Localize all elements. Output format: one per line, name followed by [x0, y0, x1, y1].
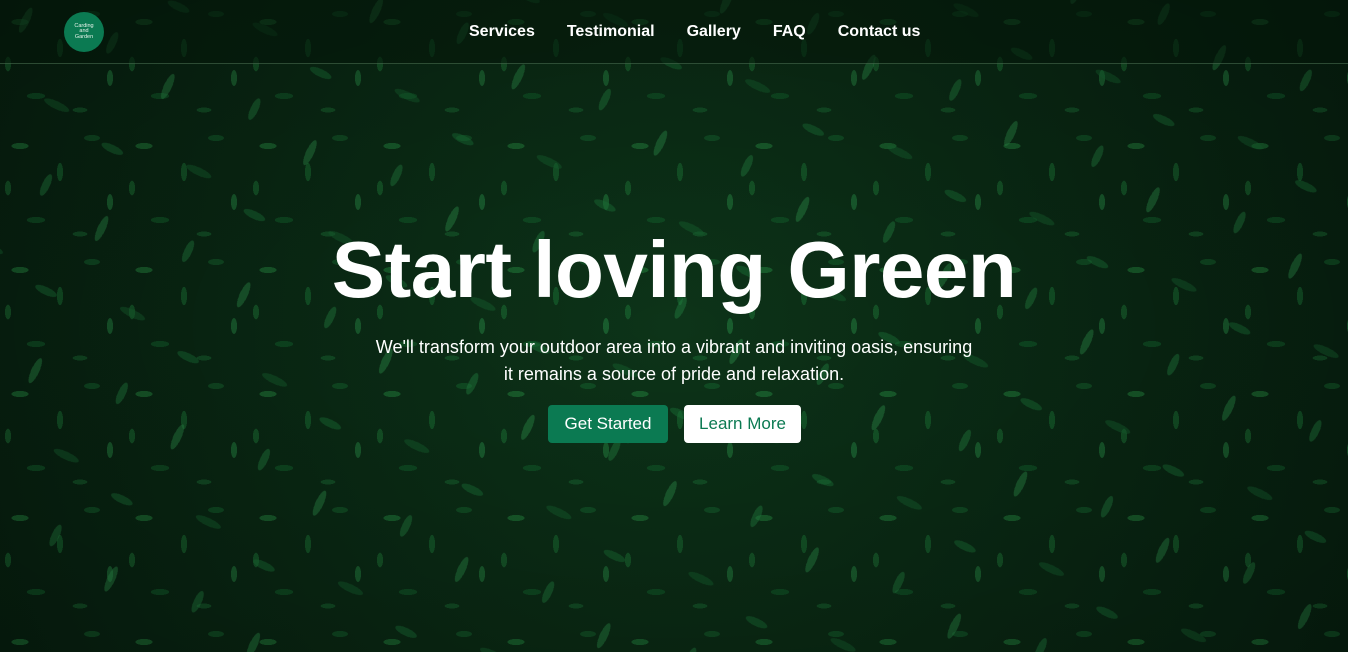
get-started-button[interactable]: Get Started	[548, 405, 668, 443]
nav-item-services[interactable]: Services	[469, 23, 535, 41]
nav-item-faq[interactable]: FAQ	[773, 23, 806, 41]
hero-title: Start loving Green	[331, 225, 1017, 314]
nav-item-contact-us[interactable]: Contact us	[838, 23, 921, 41]
site-header: Carding and Garden Services Testimonial …	[0, 0, 1348, 64]
main-nav: Services Testimonial Gallery FAQ Contact…	[469, 0, 952, 63]
logo-text-line3: Garden	[74, 33, 94, 40]
landing-page: Carding and Garden Services Testimonial …	[0, 0, 1348, 652]
learn-more-button[interactable]: Learn More	[684, 405, 801, 443]
nav-item-testimonial[interactable]: Testimonial	[567, 23, 655, 41]
hero-subtitle: We'll transform your outdoor area into a…	[375, 337, 973, 384]
nav-item-gallery[interactable]: Gallery	[687, 23, 741, 41]
hero-section: Start loving Green We'll transform your …	[0, 0, 1348, 652]
logo[interactable]: Carding and Garden	[64, 12, 104, 52]
